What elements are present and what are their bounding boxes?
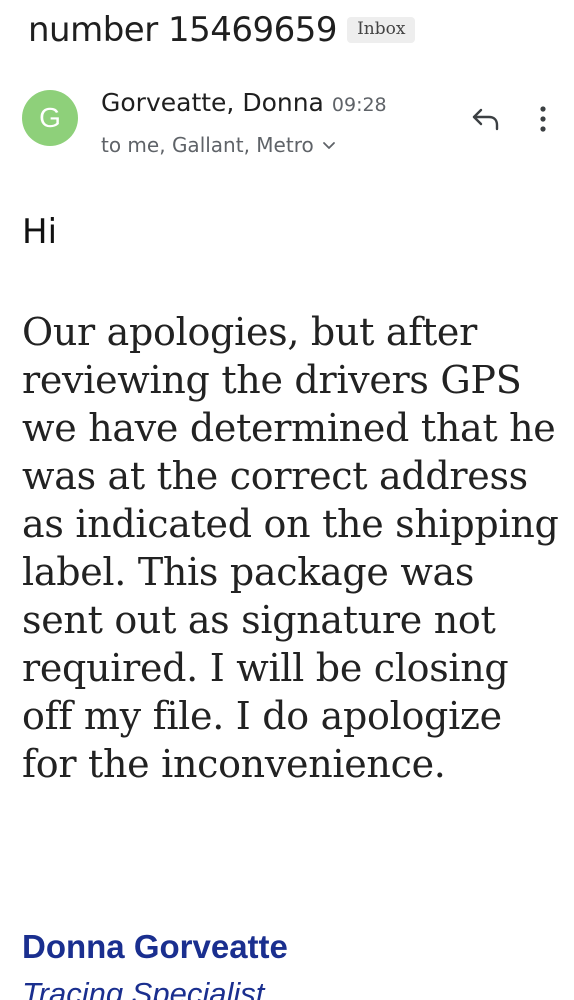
sender-name[interactable]: Gorveatte, Donna: [101, 88, 324, 117]
inbox-label-badge[interactable]: Inbox: [347, 17, 416, 43]
more-options-button[interactable]: [526, 100, 560, 138]
reply-button[interactable]: [466, 100, 504, 138]
signature-name: Donna Gorveatte: [22, 928, 288, 965]
recipients-text: to me, Gallant, Metro: [101, 133, 314, 157]
subject-row: number 15469659 Inbox: [28, 8, 416, 52]
sent-time: 09:28: [331, 94, 387, 116]
signature-title: Tracing Specialist: [22, 976, 265, 1000]
sender-line: Gorveatte, Donna 09:28: [101, 88, 387, 117]
reply-icon: [472, 108, 499, 131]
email-subject: number 15469659: [28, 10, 338, 50]
body-message: Our apologies, but after reviewing the d…: [22, 310, 559, 786]
chevron-down-icon: [322, 142, 335, 149]
more-vert-icon: [540, 106, 546, 132]
email-view: number 15469659 Inbox G Gorveatte, Donna…: [0, 0, 574, 1000]
body-greeting: Hi: [22, 212, 58, 252]
avatar-letter: G: [39, 102, 61, 133]
recipients-toggle[interactable]: to me, Gallant, Metro: [101, 133, 336, 157]
sender-avatar[interactable]: G: [22, 90, 78, 146]
